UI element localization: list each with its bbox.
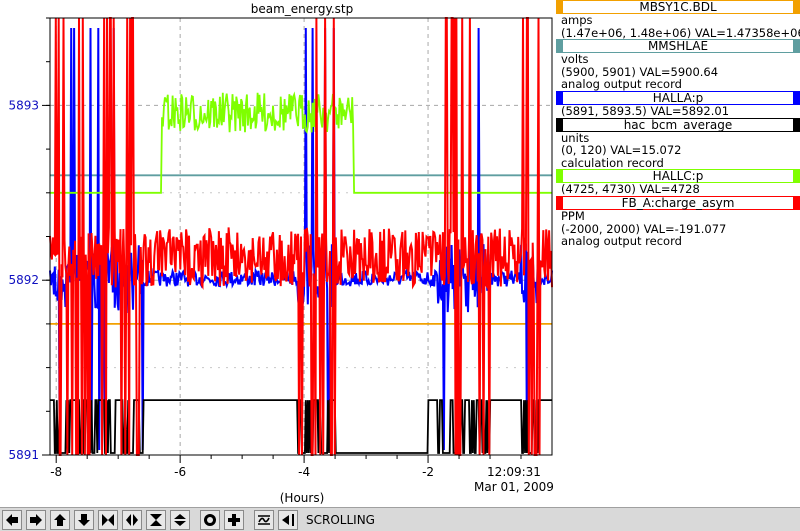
legend-entry-name: HALLC:p <box>556 169 800 184</box>
legend-entry-name: FB_A:charge_asym <box>556 195 800 210</box>
x-tick-label-0: -8 <box>50 465 62 479</box>
legend-entry[interactable]: MBSY1C.BDL amps (1.47e+06, 1.48e+06) VAL=1… <box>556 0 800 39</box>
series-line-fb-a-charge-asym <box>49 17 553 456</box>
legend-entry-name: hac_bcm_average <box>556 117 800 132</box>
strip-chart: beam_energy.stp 5891 5892 5893 -8 -6 -4 -2 12… <box>8 2 554 505</box>
chart-title: beam_energy.stp <box>251 2 354 16</box>
legend: MBSY1C.BDL amps (1.47e+06, 1.48e+06) VAL=1… <box>556 0 800 248</box>
legend-entry-name: MBSY1C.BDL <box>556 0 800 14</box>
legend-entry-detail: (4725, 4730) VAL=4728 <box>561 182 700 197</box>
legend-entry-detail: (1.47e+06, 1.48e+06) VAL=1.47358e+06 <box>561 25 800 40</box>
legend-entry-detail: (0, 120) VAL=15.072 <box>561 143 682 158</box>
legend-entry-name: MMSHLAE <box>556 39 800 54</box>
shrink-vertical-icon[interactable] <box>170 509 190 530</box>
x-tick-label-1: -6 <box>174 465 186 479</box>
autoscale-icon[interactable] <box>254 509 274 530</box>
date-label: Mar 01, 2009 <box>474 480 554 494</box>
legend-entry-detail: calculation record <box>561 155 664 170</box>
series-traces <box>49 17 553 456</box>
arrow-down-icon[interactable] <box>74 509 94 530</box>
x-end-label: 12:09:31 <box>487 465 541 479</box>
scroll-mode-icon[interactable] <box>278 509 298 530</box>
y-axis: 5891 5892 5893 <box>8 17 50 462</box>
legend-entry-detail: amps <box>561 13 593 27</box>
expand-horizontal-icon[interactable] <box>98 509 118 530</box>
toolbar: SCROLLING <box>0 507 800 531</box>
x-axis: -8 -6 -4 -2 <box>50 455 522 479</box>
y-tick-label-0: 5891 <box>8 448 39 462</box>
legend-entry-detail: PPM <box>561 208 585 223</box>
x-axis-label: (Hours) <box>280 491 325 505</box>
x-tick-label-3: -2 <box>422 465 434 479</box>
record-icon[interactable] <box>200 509 220 530</box>
legend-entry-detail: volts <box>561 52 589 67</box>
arrow-up-icon[interactable] <box>50 509 70 530</box>
legend-entry[interactable]: hac_bcm_average units (0, 120) VAL=15.072 c… <box>556 117 800 170</box>
arrow-right-icon[interactable] <box>26 509 46 530</box>
y-tick-label-1: 5892 <box>8 273 39 287</box>
legend-entry[interactable]: HALLC:p (4725, 4730) VAL=4728 <box>556 169 800 196</box>
legend-entry-name: HALLA:p <box>556 90 800 105</box>
expand-vertical-icon[interactable] <box>146 509 166 530</box>
y-tick-label-2: 5893 <box>8 98 39 112</box>
legend-entry[interactable]: MMSHLAE volts (5900, 5901) VAL=5900.64 anal… <box>556 39 800 91</box>
x-tick-label-2: -4 <box>298 465 310 479</box>
shrink-horizontal-icon[interactable] <box>122 509 142 530</box>
legend-entry-detail: analog output record <box>561 234 682 249</box>
legend-entry[interactable]: HALLA:p (5891, 5893.5) VAL=5892.01 <box>556 90 800 118</box>
mode-label: SCROLLING <box>306 512 375 527</box>
legend-entry[interactable]: FB_A:charge_asym PPM (-2000, 2000) VAL=-19… <box>556 195 800 249</box>
arrow-left-icon[interactable] <box>2 509 22 530</box>
legend-entry-detail: (5891, 5893.5) VAL=5892.01 <box>561 103 730 118</box>
legend-entry-detail: analog output record <box>561 77 682 92</box>
plus-icon[interactable] <box>224 509 244 530</box>
series-line-hallc-p <box>50 91 552 194</box>
